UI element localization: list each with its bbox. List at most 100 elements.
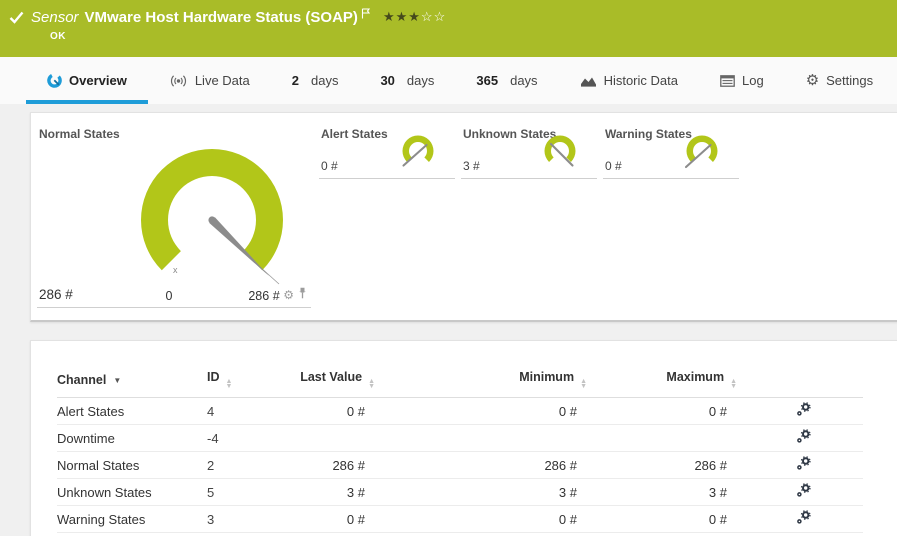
channel-settings-icon[interactable] [796, 510, 811, 528]
star-rating[interactable]: ★★★☆☆ [383, 7, 446, 26]
channel-maximum-cell: 0 # [587, 397, 737, 425]
sort-desc-icon: ▼ [113, 375, 122, 385]
table-row: Downtime -4 [57, 424, 863, 452]
log-icon [720, 74, 735, 87]
star-empty-icon[interactable]: ☆ [434, 9, 447, 24]
tab-number: 365 [476, 73, 499, 88]
unknown-states-gauge [544, 135, 576, 167]
channel-minimum-cell: 3 # [375, 478, 587, 506]
sensor-status-banner: Sensor VMware Host Hardware Status (SOAP… [0, 0, 897, 57]
channel-minimum-cell: 0 # [375, 505, 587, 533]
channel-settings-icon[interactable] [796, 429, 811, 447]
channel-minimum-cell [375, 424, 587, 452]
chart-icon [580, 74, 597, 87]
gauge-panel-unknown-states[interactable]: Unknown States 3 # [461, 119, 597, 179]
tab-settings[interactable]: ⚙ Settings [785, 57, 894, 104]
tab-label: Live Data [194, 73, 250, 88]
star-filled-icon[interactable]: ★ [396, 9, 409, 24]
channels-table-body: Alert States 4 0 # 0 # 0 # Downtime -4 N… [57, 397, 863, 533]
channel-maximum-cell: 3 # [587, 478, 737, 506]
channel-name-link[interactable]: Unknown States [57, 485, 152, 500]
channel-settings-icon[interactable] [796, 483, 811, 501]
channel-maximum-cell: 0 # [587, 505, 737, 533]
channel-name-link[interactable]: Normal States [57, 458, 139, 473]
sensor-title: VMware Host Hardware Status (SOAP) [84, 9, 358, 26]
sort-both-icon: ▲ ▼ [730, 378, 737, 390]
channel-last-value-cell: 286 # [269, 451, 375, 479]
tab-2-days[interactable]: 2 days [271, 57, 360, 104]
channel-maximum-cell [587, 424, 737, 452]
column-header-maximum[interactable]: Maximum ▲ ▼ [587, 366, 737, 398]
table-row: Unknown States 5 3 # 3 # 3 # [57, 478, 863, 506]
gauges-card: Normal States x 0 286 # 286 # ⚙ Alert St… [30, 112, 897, 322]
column-label: Channel [57, 372, 107, 387]
broadcast-icon [169, 74, 188, 88]
column-header-last-value[interactable]: Last Value ▲ ▼ [269, 366, 375, 398]
gauge-settings-gear-icon[interactable]: ⚙ [283, 289, 294, 301]
gauge-min-label: 0 [165, 289, 173, 303]
gauge-panel-alert-states[interactable]: Alert States 0 # [319, 119, 455, 179]
gauge-value: 3 # [463, 159, 480, 173]
channel-last-value-cell [269, 424, 375, 452]
tab-label: days [510, 73, 538, 88]
sort-both-icon: ▲ ▼ [225, 378, 233, 390]
tab-30-days[interactable]: 30 days [359, 57, 455, 104]
channel-minimum-cell: 0 # [375, 397, 587, 425]
column-header-channel[interactable]: Channel ▼ [57, 366, 207, 398]
gauge-title: Alert States [321, 127, 388, 141]
gauge-panel-normal-states[interactable]: Normal States x 0 286 # 286 # ⚙ [37, 119, 311, 308]
column-label: Last Value [300, 370, 363, 384]
channel-maximum-cell: 286 # [587, 451, 737, 479]
gauge-panel-warning-states[interactable]: Warning States 0 # [603, 119, 739, 179]
channel-settings-icon[interactable] [796, 402, 811, 420]
gauge-value: 0 # [605, 159, 622, 173]
channel-name-link[interactable]: Downtime [57, 431, 115, 446]
star-empty-icon[interactable]: ☆ [421, 9, 434, 24]
column-header-id[interactable]: ID ▲ ▼ [207, 366, 269, 398]
gear-icon: ⚙ [805, 72, 820, 89]
star-filled-icon[interactable]: ★ [408, 9, 421, 24]
pin-icon[interactable] [298, 286, 307, 304]
channel-name-link[interactable]: Warning States [57, 512, 145, 527]
tab-365-days[interactable]: 365 days [455, 57, 558, 104]
tab-label: Overview [69, 73, 127, 88]
table-header-row: Channel ▼ ID ▲ ▼ Last Value ▲ ▼ Minimum ▲ ▼ Max… [57, 366, 863, 398]
table-row: Alert States 4 0 # 0 # 0 # [57, 397, 863, 425]
channel-id-cell: -4 [207, 424, 269, 452]
alert-states-gauge [402, 135, 434, 167]
tab-label: days [406, 73, 435, 88]
channels-card: Channel ▼ ID ▲ ▼ Last Value ▲ ▼ Minimum ▲ ▼ Max… [30, 340, 897, 536]
banner-text-block: Sensor VMware Host Hardware Status (SOAP… [31, 8, 446, 42]
table-row: Warning States 3 0 # 0 # 0 # [57, 505, 863, 533]
column-label: Maximum [666, 370, 725, 384]
gauge-title: Warning States [605, 127, 692, 141]
channel-last-value-cell: 0 # [269, 397, 375, 425]
column-label: ID [207, 370, 220, 384]
tab-label: Historic Data [603, 73, 678, 88]
channel-settings-icon[interactable] [796, 456, 811, 474]
channel-minimum-cell: 286 # [375, 451, 587, 479]
tab-label: days [310, 73, 339, 88]
tab-historic-data[interactable]: Historic Data [559, 57, 699, 104]
channels-table: Channel ▼ ID ▲ ▼ Last Value ▲ ▼ Minimum ▲ ▼ Max… [57, 366, 863, 533]
gauge-value: 286 # [39, 287, 73, 302]
channel-last-value-cell: 3 # [269, 478, 375, 506]
warning-states-gauge [684, 135, 718, 169]
tab-bar: Overview Live Data 2 days 30 days 365 days [0, 57, 897, 104]
tab-overview[interactable]: Overview [26, 57, 148, 104]
table-row: Normal States 2 286 # 286 # 286 # [57, 451, 863, 479]
star-filled-icon[interactable]: ★ [383, 9, 396, 24]
tab-label: Log [741, 73, 764, 88]
tab-log[interactable]: Log [699, 57, 785, 104]
normal-states-gauge [141, 148, 283, 285]
tab-live-data[interactable]: Live Data [148, 57, 271, 104]
gauge-title: Normal States [39, 127, 120, 141]
column-header-minimum[interactable]: Minimum ▲ ▼ [375, 366, 587, 398]
gauge-peak-marker: x [173, 265, 178, 275]
channel-id-cell: 5 [207, 478, 269, 506]
channel-name-link[interactable]: Alert States [57, 404, 124, 419]
tab-number: 30 [380, 73, 395, 88]
column-label: Minimum [519, 370, 575, 384]
ok-check-icon [9, 11, 24, 29]
priority-flag-icon[interactable] [361, 5, 371, 24]
